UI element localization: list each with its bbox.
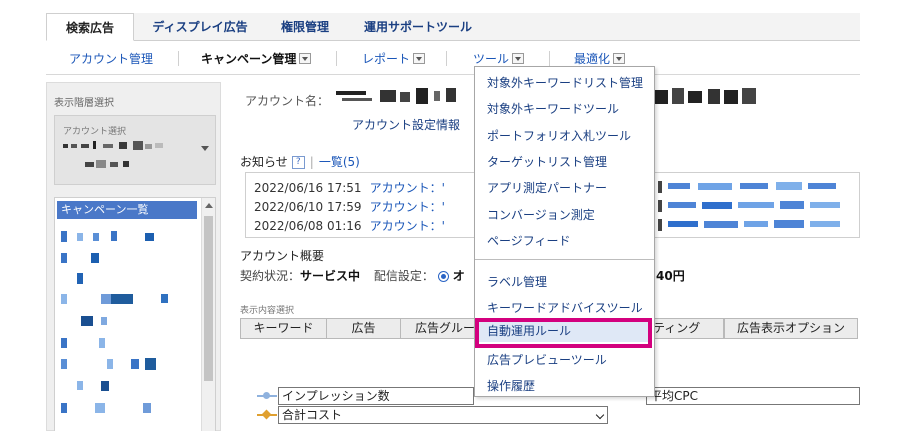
menu-item-negative-keyword-list[interactable]: 対象外キーワードリスト管理 <box>487 74 643 91</box>
menu-item-portfolio-bid-tool[interactable]: ポートフォリオ入札ツール <box>487 127 631 144</box>
legend-marker-icon <box>263 392 270 399</box>
divider: | <box>309 155 314 169</box>
scroll-thumb[interactable] <box>204 216 213 381</box>
campaign-list-scrollbar[interactable] <box>201 198 215 431</box>
delivery-radio[interactable] <box>437 271 449 282</box>
chevron-down-icon[interactable] <box>299 53 312 64</box>
account-overview-title: アカウント概要 <box>240 249 325 263</box>
nav-divider <box>178 51 179 66</box>
tab-display-ads[interactable]: ディスプレイ広告 <box>138 13 262 41</box>
contract-value: サービス中 <box>300 269 361 283</box>
nav-report-label: レポート <box>362 52 411 66</box>
contract-status-row: 契約状況：サービス中 配信設定： オ <box>240 267 465 284</box>
campaign-list: キャンペーン一覧 <box>54 197 216 431</box>
tab-search-ads[interactable]: 検索広告 <box>46 13 134 41</box>
menu-item-ad-preview[interactable]: 広告プレビューツール <box>487 351 607 368</box>
budget-amount: 40円 <box>656 269 685 283</box>
menu-item-target-list[interactable]: ターゲットリスト管理 <box>487 153 607 170</box>
campaign-list-header[interactable]: キャンペーン一覧 <box>57 201 197 219</box>
metric-select-3[interactable]: 平均CPC <box>646 387 860 405</box>
nav-divider <box>336 51 337 66</box>
highlight-box <box>475 318 652 348</box>
news-link[interactable]: アカウント：' <box>370 181 445 195</box>
menu-divider <box>475 259 654 260</box>
scroll-up-icon[interactable] <box>205 203 213 208</box>
nav-divider <box>446 51 447 66</box>
nav-campaign-label: キャンペーン管理 <box>201 52 297 66</box>
notice-label: お知らせ <box>240 155 288 169</box>
list-item: 2022/06/10 17:59 アカウント：' <box>254 198 445 215</box>
nav-tools[interactable]: ツール <box>473 50 525 67</box>
metric-select-3-value: 平均CPC <box>650 389 698 403</box>
menu-item-label-management[interactable]: ラベル管理 <box>487 273 547 290</box>
main-tab-bar: 検索広告 ディスプレイ広告 権限管理 運用サポートツール <box>46 13 860 41</box>
metric-select-1-value: インプレッション数 <box>282 389 390 403</box>
tab-keyword[interactable]: キーワード <box>240 318 327 339</box>
account-select-dropdown[interactable]: アカウント選択 <box>54 115 216 185</box>
menu-item-keyword-advice[interactable]: キーワードアドバイスツール <box>487 299 643 316</box>
metric-select-1[interactable]: インプレッション数 <box>278 387 474 405</box>
news-link[interactable]: アカウント：' <box>370 200 445 214</box>
nav-optimize[interactable]: 最適化 <box>574 50 626 67</box>
nav-campaign-management[interactable]: キャンペーン管理 <box>201 50 312 67</box>
list-item: 2022/06/16 17:51 アカウント：' <box>254 179 445 196</box>
hierarchy-title: 表示階層選択 <box>54 98 114 109</box>
nav-account-management[interactable]: アカウント管理 <box>69 50 153 67</box>
news-date: 2022/06/16 17:51 <box>254 181 362 195</box>
tab-support-tools[interactable]: 運用サポートツール <box>348 13 488 41</box>
nav-optimize-label: 最適化 <box>574 52 611 66</box>
nav-report[interactable]: レポート <box>362 50 426 67</box>
chevron-down-icon[interactable] <box>595 410 605 420</box>
chevron-down-icon[interactable] <box>413 53 426 64</box>
notice-header: お知らせ? | 一覧(5) <box>240 153 360 170</box>
tab-ad[interactable]: 広告 <box>326 318 401 339</box>
menu-item-app-measurement[interactable]: アプリ測定パートナー <box>487 179 607 196</box>
tab-permissions[interactable]: 権限管理 <box>268 13 342 41</box>
menu-item-conversion[interactable]: コンバージョン測定 <box>487 206 595 223</box>
delivery-value: オ <box>452 269 465 283</box>
news-link[interactable]: アカウント：' <box>370 219 445 233</box>
tab-targeting[interactable]: ティング <box>652 318 724 339</box>
metric-select-2-value: 合計コスト <box>282 408 343 422</box>
help-icon[interactable]: ? <box>291 156 305 169</box>
chevron-down-icon[interactable] <box>512 53 525 64</box>
tab-ad-extensions[interactable]: 広告表示オプション <box>724 318 858 339</box>
chevron-down-icon[interactable] <box>201 146 209 151</box>
chevron-down-icon[interactable] <box>613 53 626 64</box>
notice-list-link[interactable]: 一覧(5) <box>319 155 360 169</box>
contract-label: 契約状況： <box>240 269 301 283</box>
menu-item-operation-history[interactable]: 操作履歴 <box>487 377 535 394</box>
news-date: 2022/06/10 17:59 <box>254 200 362 214</box>
news-date: 2022/06/08 01:16 <box>254 219 362 233</box>
account-name-label: アカウント名： <box>245 94 330 108</box>
view-select-label: 表示内容選択 <box>240 306 295 316</box>
legend-diamond-icon <box>261 409 272 420</box>
hierarchy-panel: 表示階層選択 アカウント選択 キャンペーン一覧 <box>46 82 221 431</box>
sub-navigation: アカウント管理 キャンペーン管理 レポート ツール 最適化 <box>46 41 860 75</box>
nav-tools-label: ツール <box>473 52 510 66</box>
account-settings-link[interactable]: アカウント設定情報 <box>352 116 460 133</box>
list-item: 2022/06/08 01:16 アカウント：' <box>254 217 445 234</box>
nav-divider <box>549 51 550 66</box>
delivery-label: 配信設定： <box>373 269 434 283</box>
tab-ad-group[interactable]: 広告グルー <box>400 318 476 339</box>
menu-item-negative-keyword-tool[interactable]: 対象外キーワードツール <box>487 100 619 117</box>
menu-item-page-feed[interactable]: ページフィード <box>487 232 571 249</box>
metric-select-2[interactable]: 合計コスト <box>278 406 608 424</box>
account-select-label: アカウント選択 <box>63 127 127 137</box>
